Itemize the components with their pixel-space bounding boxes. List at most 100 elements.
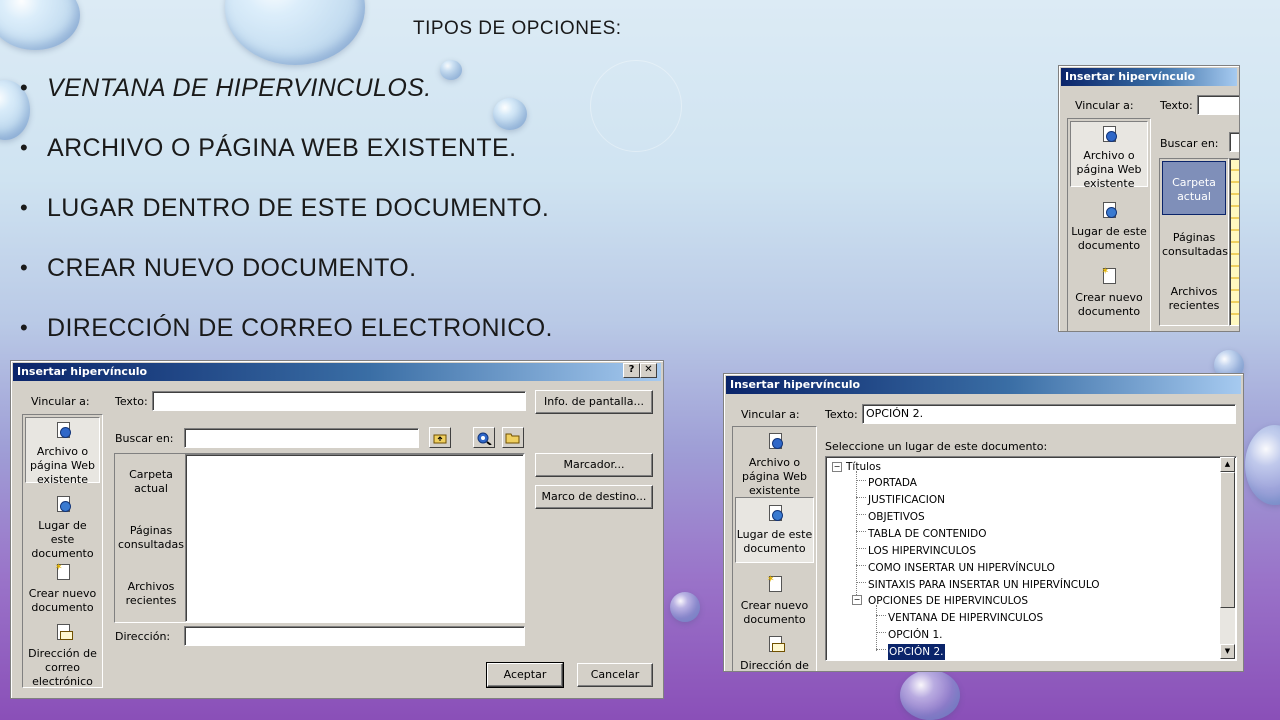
nav-label: Lugar de este [38, 519, 87, 546]
nav-label: Lugar de este [1071, 225, 1147, 238]
nav-current-folder[interactable]: Carpeta actual [121, 468, 181, 498]
nav-place-in-document[interactable]: Lugar de este documento [1070, 201, 1148, 252]
close-button[interactable]: ✕ [640, 363, 657, 378]
sub-nav-label: Archivos [127, 580, 175, 593]
address-label: Dirección: [115, 630, 171, 643]
tree-item[interactable]: JUSTIFICACION [868, 492, 945, 509]
tree-item[interactable]: OPCIÓN 1. [888, 627, 943, 644]
tree-item[interactable]: TABLA DE CONTENIDO [868, 526, 986, 543]
nav-browsed-pages[interactable]: Páginas consultadas [117, 524, 185, 554]
sub-nav-label: Páginas [129, 524, 173, 537]
web-page-icon [54, 421, 72, 439]
tree-item-selected[interactable]: OPCIÓN 2. [887, 643, 946, 660]
bullet-text: ARCHIVO O PÁGINA WEB EXISTENTE. [47, 134, 517, 162]
nav-create-new-document[interactable]: ✶ Crear nuevo documento [1070, 267, 1148, 319]
bullet-dot: • [20, 75, 29, 100]
screen-tip-button[interactable]: Info. de pantalla... [535, 390, 653, 414]
text-input[interactable] [152, 391, 526, 411]
bookmark-button[interactable]: Marcador... [535, 453, 653, 477]
dialog-title: Insertar hipervínculo [13, 363, 661, 381]
sub-nav-label: Archivos [1170, 285, 1218, 298]
nav-label: página Web [1076, 163, 1142, 176]
nav-place-in-document[interactable]: Lugar de este documento [25, 495, 100, 560]
link-to-label: Vincular a: [31, 395, 90, 408]
nav-create-new-document[interactable]: ✶ Crear nuevo documento [25, 563, 100, 615]
decorative-bubble [225, 0, 365, 65]
bullet-item: • CREAR NUEVO DOCUMENTO. [20, 250, 553, 310]
tree-item[interactable]: OBJETIVOS [868, 509, 925, 526]
up-folder-button[interactable] [429, 427, 451, 448]
nav-current-folder[interactable]: Carpeta actual [1162, 161, 1226, 215]
bullet-item: • ARCHIVO O PÁGINA WEB EXISTENTE. [20, 130, 553, 190]
text-input[interactable]: OPCIÓN 2. [862, 404, 1236, 424]
sub-nav-label: recientes [125, 594, 177, 607]
sub-nav-label: actual [134, 482, 168, 495]
bullet-item: • LUGAR DENTRO DE ESTE DOCUMENTO. [20, 190, 553, 250]
ok-button[interactable]: Aceptar [486, 662, 564, 688]
nav-label: documento [31, 601, 94, 614]
nav-email-address[interactable]: Dirección de [735, 635, 814, 671]
nav-recent-files[interactable]: Archivos recientes [121, 580, 181, 610]
nav-label: Archivo o [748, 456, 801, 469]
scroll-up-icon[interactable]: ▲ [1220, 457, 1235, 472]
browse-web-button[interactable] [473, 427, 495, 448]
nav-place-in-document[interactable]: Lugar de este documento [735, 497, 814, 563]
tree-root[interactable]: Títulos [846, 459, 881, 476]
sub-nav-label: actual [1177, 190, 1211, 203]
vertical-scrollbar[interactable]: ▲ ▼ [1220, 457, 1235, 659]
nav-existing-file[interactable]: Archivo o página Web existente [735, 429, 814, 497]
nav-label: Dirección de [28, 647, 97, 660]
nav-label: existente [748, 484, 800, 497]
nav-existing-file[interactable]: Archivo o página Web existente [1070, 121, 1148, 190]
scroll-down-icon[interactable]: ▼ [1220, 644, 1235, 659]
bullet-dot: • [20, 195, 29, 220]
select-place-label: Seleccione un lugar de este documento: [825, 440, 1048, 453]
nav-label: existente [36, 473, 88, 486]
tree-item[interactable]: PORTADA [868, 475, 917, 492]
bullet-list: • VENTANA DE HIPERVINCULOS. • ARCHIVO O PÁ… [20, 70, 553, 370]
nav-label: Crear nuevo [1075, 291, 1143, 304]
tree-item[interactable]: VENTANA DE HIPERVINCULOS [888, 610, 1043, 627]
nav-create-new-document[interactable]: ✶ Crear nuevo documento [735, 575, 814, 627]
look-in-dropdown[interactable] [184, 428, 419, 448]
look-in-dropdown[interactable] [1229, 132, 1239, 152]
text-input[interactable] [1197, 95, 1239, 115]
tree-item[interactable]: COMO INSERTAR UN HIPERVÍNCULO [868, 560, 1055, 577]
browse-file-button[interactable] [502, 427, 524, 448]
decorative-bubble [0, 0, 80, 50]
nav-recent-files[interactable]: Archivos recientes [1162, 285, 1226, 315]
slide-title: TIPOS DE OPCIONES: [413, 18, 622, 39]
file-list[interactable] [1229, 158, 1239, 326]
nav-browsed-pages[interactable]: Páginas consultadas [1162, 231, 1228, 261]
nav-existing-file[interactable]: Archivo o página Web existente [25, 417, 100, 486]
tree-item[interactable]: LOS HIPERVINCULOS [868, 543, 976, 560]
tree-item[interactable]: OPCIONES DE HIPERVINCULOS [868, 593, 1028, 610]
up-folder-icon [433, 434, 447, 443]
email-icon [54, 623, 73, 641]
cancel-button[interactable]: Cancelar [577, 663, 653, 687]
web-page-icon [766, 432, 784, 450]
target-frame-button[interactable]: Marco de destino... [535, 485, 653, 509]
scroll-thumb[interactable] [1220, 472, 1235, 608]
email-icon [766, 635, 785, 653]
collapse-icon[interactable]: − [852, 595, 862, 605]
decorative-bubble [1245, 425, 1280, 505]
tree-line [876, 632, 886, 633]
look-in-label: Buscar en: [115, 432, 174, 445]
file-list[interactable] [185, 454, 524, 622]
open-folder-icon [505, 433, 520, 444]
document-tree[interactable]: − Títulos PORTADA JUSTIFICACION OBJETIVO… [825, 456, 1237, 661]
nav-label: Archivo o [36, 445, 89, 458]
nav-email-address[interactable]: Dirección de correo electrónico [25, 623, 100, 688]
nav-label: existente [1083, 177, 1135, 190]
collapse-icon[interactable]: − [832, 462, 842, 472]
tree-line [856, 565, 866, 566]
browse-panel: Carpeta actual Páginas consultadas Archi… [114, 453, 525, 623]
address-input[interactable] [184, 626, 525, 646]
help-button[interactable]: ? [623, 363, 640, 378]
tree-line [856, 514, 866, 515]
sub-nav-label: Páginas [1172, 231, 1216, 244]
hyperlink-dialog-small: Insertar hipervínculo Vincular a: Texto:… [1058, 65, 1240, 332]
tree-item[interactable]: SINTAXIS PARA INSERTAR UN HIPERVÍNCULO [868, 577, 1100, 594]
nav-label: documento [1077, 305, 1141, 318]
